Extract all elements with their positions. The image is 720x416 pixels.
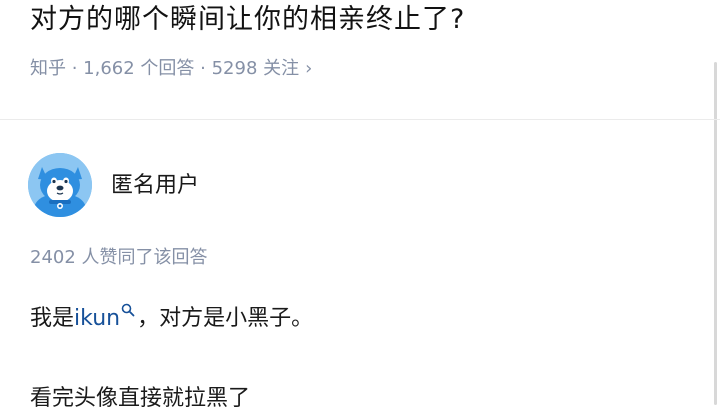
answer-paragraph-2: 看完头像直接就拉黑了 xyxy=(30,386,251,411)
anonymous-avatar-icon xyxy=(28,153,92,217)
answer-text: ，对方是小黑子。 xyxy=(137,306,314,331)
divider xyxy=(0,119,720,120)
question-meta[interactable]: 知乎 · 1,662 个回答 · 5298 关注 › xyxy=(30,55,312,83)
keyword-search-link[interactable]: ikun xyxy=(74,306,120,331)
question-title[interactable]: 对方的哪个瞬间让你的相亲终止了? xyxy=(30,0,465,40)
avatar[interactable] xyxy=(28,153,92,217)
scrollbar[interactable] xyxy=(714,62,717,405)
answer-paragraph-1: 我是ikun ，对方是小黑子。 xyxy=(30,302,313,336)
chevron-right-icon: › xyxy=(305,58,313,79)
search-icon[interactable] xyxy=(121,303,135,317)
question-meta-text: 知乎 · 1,662 个回答 · 5298 关注 xyxy=(30,58,300,79)
upvote-count: 2402 人赞同了该回答 xyxy=(30,247,208,268)
answer-text: 我是 xyxy=(30,306,75,331)
author-name[interactable]: 匿名用户 xyxy=(111,170,199,202)
